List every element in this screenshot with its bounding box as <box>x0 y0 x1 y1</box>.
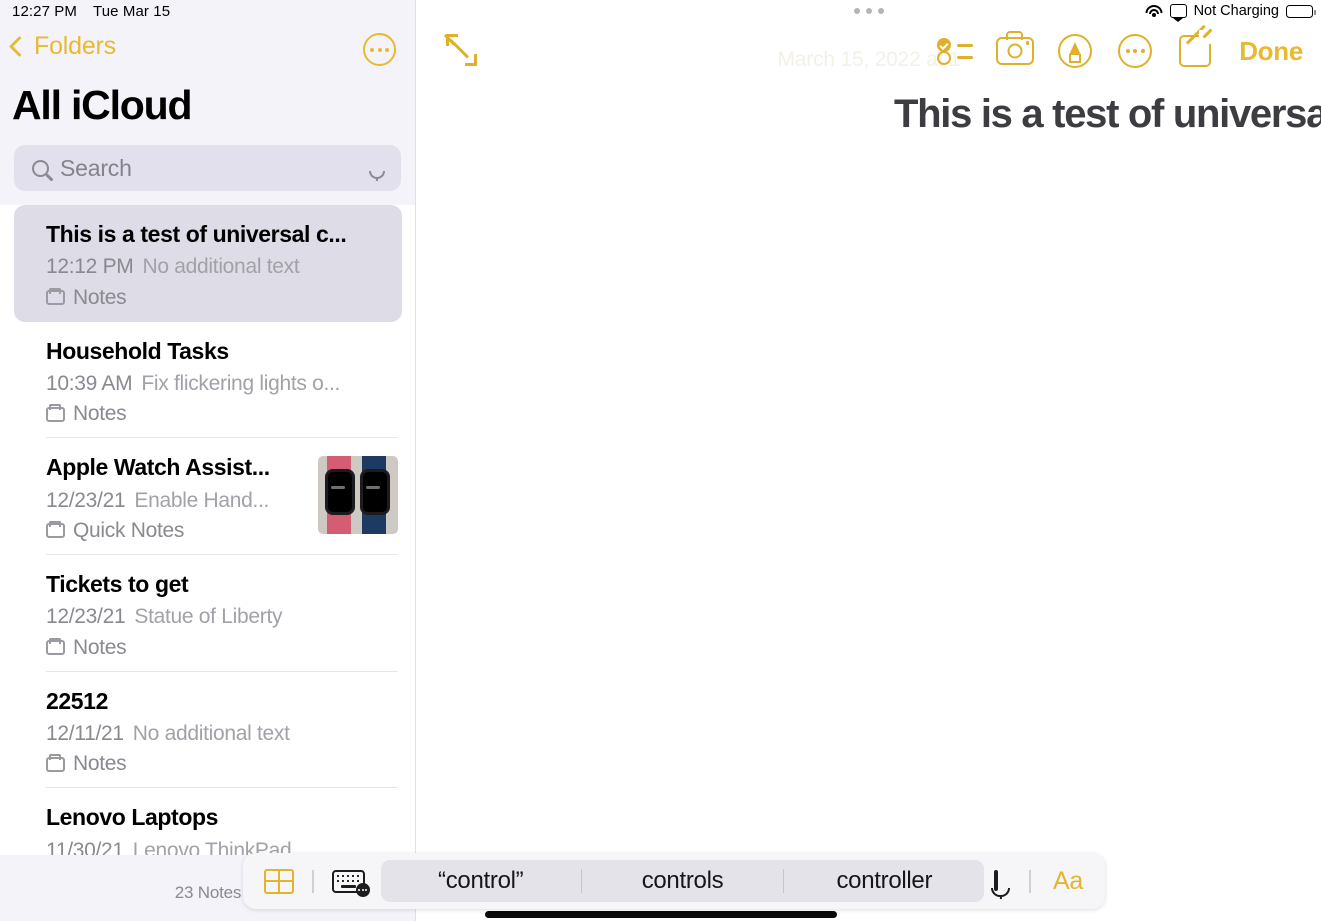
note-list-item[interactable]: Lenovo Laptops 11/30/21 Lenovo ThinkPad <box>0 788 415 855</box>
back-to-folders-button[interactable]: Folders <box>8 32 116 61</box>
note-item-snippet: No additional text <box>142 255 300 279</box>
note-item-folder: Notes <box>46 636 398 660</box>
search-input[interactable]: Search <box>14 145 401 191</box>
note-item-folder: Notes <box>46 752 398 776</box>
note-item-title: This is a test of universal c... <box>46 221 347 247</box>
keyboard-options-icon[interactable] <box>331 869 370 897</box>
note-item-title: Tickets to get <box>46 570 189 597</box>
sidebar: Folders All iCloud Search This is a test… <box>0 0 416 921</box>
home-indicator[interactable] <box>484 911 837 918</box>
suggestion-list[interactable]: “control” controls controller <box>380 860 985 902</box>
folder-icon <box>46 520 65 539</box>
note-item-folder-name: Notes <box>73 635 127 659</box>
note-list-item[interactable]: This is a test of universal c... 12:12 PM… <box>14 205 402 322</box>
camera-icon <box>996 31 1035 65</box>
note-item-title: Household Tasks <box>46 337 229 364</box>
note-item-snippet: No additional text <box>132 721 290 745</box>
suggestion-item[interactable]: controls <box>582 867 782 895</box>
battery-icon <box>1286 4 1316 18</box>
note-list-item[interactable]: Tickets to get 12/23/21 Statue of Liberty N… <box>0 554 415 672</box>
note-item-folder-name: Notes <box>73 752 127 776</box>
note-item-date: 10:39 AM <box>46 372 133 396</box>
status-date: Tue Mar 15 <box>93 3 171 20</box>
note-item-snippet: Fix flickering lights o... <box>141 372 341 396</box>
status-time: 12:27 PM <box>12 3 78 20</box>
more-circle-icon <box>1118 34 1153 68</box>
checklist-button[interactable] <box>925 28 985 74</box>
note-list-item[interactable]: Apple Watch Assist... 12/23/21 Enable Hand… <box>0 438 415 555</box>
divider <box>312 869 314 893</box>
divider <box>1029 869 1032 893</box>
editor-toolbar: Done <box>925 24 1313 74</box>
markup-button[interactable] <box>1045 28 1105 74</box>
note-list-item[interactable]: 22512 12/11/21 No additional text Notes <box>0 671 415 789</box>
wifi-icon <box>1145 4 1163 18</box>
sidebar-nav-bar: Folders <box>0 30 415 74</box>
note-item-date: 12/11/21 <box>46 721 124 745</box>
status-bar: 12:27 PM Tue Mar 15 Not Charging <box>0 0 1321 26</box>
sidebar-more-button[interactable] <box>363 33 396 66</box>
table-icon[interactable] <box>264 868 294 894</box>
note-list[interactable]: This is a test of universal c... 12:12 PM… <box>0 205 415 855</box>
search-placeholder: Search <box>60 154 132 181</box>
status-bar-left: 12:27 PM Tue Mar 15 <box>12 3 170 20</box>
suggestion-item[interactable]: “control” <box>381 867 581 895</box>
markup-pen-icon <box>1058 34 1093 68</box>
charging-status: Not Charging <box>1193 3 1279 19</box>
camera-button[interactable] <box>985 28 1045 74</box>
note-item-meta: 10:39 AM Fix flickering lights o... <box>46 370 398 397</box>
note-title-row[interactable]: This is a test of universal control <box>894 90 1321 138</box>
note-item-title: 22512 <box>46 687 108 714</box>
text-format-button[interactable]: Aa <box>1053 867 1083 896</box>
note-list-item[interactable]: Household Tasks 10:39 AM Fix flickering li… <box>0 321 415 439</box>
status-bar-right: Not Charging <box>1145 3 1316 19</box>
compose-button[interactable] <box>1165 24 1225 74</box>
suggestion-item[interactable]: controller <box>784 867 984 895</box>
note-item-date: 12/23/21 <box>46 605 126 629</box>
folder-icon <box>46 404 65 422</box>
editor-more-button[interactable] <box>1105 28 1165 74</box>
predictive-text-bar: “control” controls controller Aa <box>243 853 1105 909</box>
compose-icon <box>1179 24 1214 67</box>
checklist-icon <box>937 36 974 66</box>
note-item-title: Lenovo Laptops <box>46 804 219 831</box>
note-item-snippet: Statue of Liberty <box>134 605 283 629</box>
microphone-icon[interactable] <box>991 870 1011 899</box>
note-item-meta: 12:12 PM No additional text <box>46 253 384 280</box>
ipad-notes-screen: 12:27 PM Tue Mar 15 Not Charging Folders <box>0 0 1321 921</box>
note-item-folder: Notes <box>46 286 384 310</box>
airplay-screen-icon <box>1169 4 1187 18</box>
note-item-folder: Notes <box>46 402 398 426</box>
back-label: Folders <box>34 32 116 60</box>
note-title-text: This is a test of universal control <box>894 91 1321 136</box>
folder-icon <box>46 754 65 772</box>
page-title: All iCloud <box>12 82 193 128</box>
done-button[interactable]: Done <box>1225 36 1313 67</box>
note-item-meta: 12/23/21 Statue of Liberty <box>46 603 398 630</box>
note-item-folder-name: Notes <box>73 285 127 309</box>
search-icon <box>32 159 49 177</box>
folder-icon <box>46 637 65 656</box>
note-item-date: 11/30/21 <box>46 838 124 855</box>
note-item-folder-name: Quick Notes <box>73 518 185 542</box>
note-item-meta: 12/11/21 No additional text <box>46 720 398 747</box>
note-item-snippet: Enable Hand... <box>134 488 270 512</box>
folder-icon <box>46 287 65 306</box>
note-editor: March 15, 2022 at 1 Done This is a test … <box>417 0 1321 921</box>
note-item-thumbnail <box>318 456 398 535</box>
note-item-date: 12/23/21 <box>46 488 126 512</box>
note-item-date: 12:12 PM <box>46 255 134 279</box>
chevron-left-icon <box>8 35 31 58</box>
note-item-folder-name: Notes <box>73 402 127 426</box>
microphone-icon[interactable] <box>368 157 385 181</box>
